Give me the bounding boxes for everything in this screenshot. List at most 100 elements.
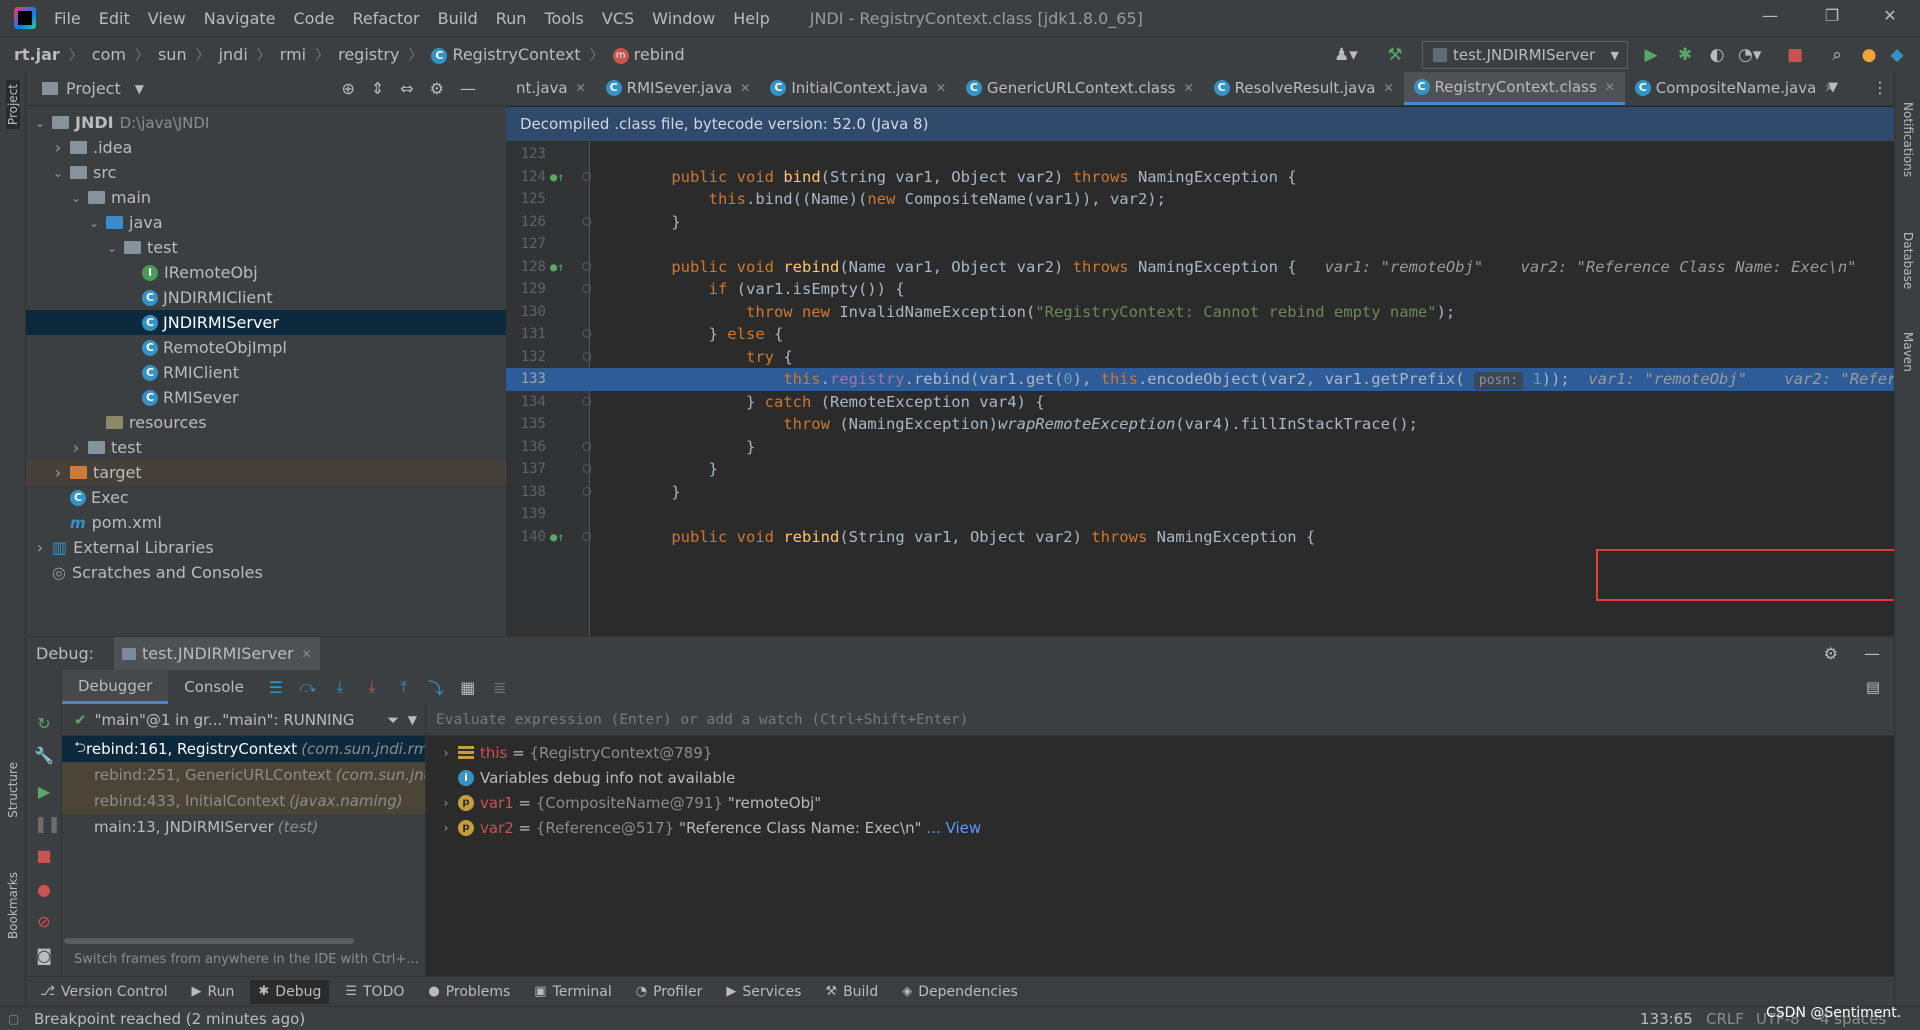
debug-icon[interactable]: ✱ — [1674, 45, 1696, 65]
menu-help[interactable]: Help — [733, 9, 769, 28]
breadcrumb-item[interactable]: rt.jar — [14, 45, 60, 64]
minimize-button[interactable]: — — [1758, 6, 1782, 25]
toolbox-icon[interactable]: ◆ — [1886, 45, 1908, 65]
notifications-tool-button[interactable]: Notifications — [1901, 102, 1915, 177]
editor-tab[interactable]: C GenericURLContext.class ✕ — [956, 72, 1204, 105]
tab-console[interactable]: Console — [168, 670, 260, 704]
resume-icon[interactable]: ▶ — [34, 782, 54, 801]
fold-marker-icon[interactable]: ⬡ — [582, 256, 592, 279]
tree-item[interactable]: resources — [26, 410, 506, 435]
menu-view[interactable]: View — [148, 9, 186, 28]
run-icon[interactable]: ▶ — [1640, 45, 1662, 65]
view-link[interactable]: ... View — [927, 819, 982, 837]
stack-frame[interactable]: rebind:251, GenericURLContext (com.sun.jn… — [62, 762, 425, 788]
fold-marker-icon[interactable]: ⬡ — [582, 391, 592, 414]
stack-frame[interactable]: rebind:433, InitialContext (javax.naming) — [62, 788, 425, 814]
layout-icon[interactable]: ▤ — [1866, 678, 1880, 696]
evaluate-expression-input[interactable]: Evaluate expression (Enter) or add a wat… — [426, 704, 1894, 736]
database-tool-button[interactable]: Database — [1901, 232, 1915, 289]
variable-row[interactable]: › p var2 = {Reference@517} "Reference Class… — [426, 815, 1894, 840]
tool-window-problems[interactable]: ● Problems — [428, 984, 510, 1000]
status-toggle-icon[interactable]: ▢ — [8, 1012, 19, 1026]
editor-tab[interactable]: C InitialContext.java ✕ — [760, 72, 956, 105]
stack-frame[interactable]: ⮌ rebind:161, RegistryContext (com.sun.jn… — [62, 736, 425, 762]
tree-item[interactable]: › .idea — [26, 135, 506, 160]
menu-file[interactable]: File — [54, 9, 81, 28]
tool-window-profiler[interactable]: ◔ Profiler — [636, 984, 703, 1000]
breadcrumb-item[interactable]: sun — [158, 45, 187, 64]
menu-build[interactable]: Build — [438, 9, 478, 28]
trace-icon[interactable]: ≣ — [484, 678, 516, 697]
chevron-down-icon[interactable]: ⌄ — [86, 216, 102, 230]
override-marker-icon[interactable]: ●↑ — [550, 526, 564, 549]
chevron-down-icon[interactable]: ⌄ — [32, 116, 48, 130]
close-icon[interactable]: ✕ — [302, 647, 312, 661]
breadcrumb-item[interactable]: m rebind — [612, 45, 685, 64]
chevron-down-icon[interactable]: ▼ — [135, 82, 144, 96]
search-icon[interactable]: ⌕ — [1826, 45, 1848, 65]
fold-marker-icon[interactable]: ⬡ — [582, 458, 592, 481]
structure-tool-button[interactable]: Structure — [6, 762, 20, 818]
caret-position[interactable]: 133:65 — [1640, 1010, 1693, 1028]
chevron-right-icon[interactable]: › — [32, 538, 48, 557]
fold-marker-icon[interactable]: ⬡ — [582, 166, 592, 189]
breadcrumb-item[interactable]: com — [92, 45, 126, 64]
fold-marker-icon[interactable]: ⬡ — [582, 278, 592, 301]
maven-tool-button[interactable]: Maven — [1901, 332, 1915, 372]
tree-item[interactable]: ⌄ JNDI D:\java\JNDI — [26, 110, 506, 135]
breadcrumb-item[interactable]: jndi — [219, 45, 248, 64]
coverage-icon[interactable]: ◐ — [1706, 45, 1728, 65]
tree-item[interactable]: ⌄ main — [26, 185, 506, 210]
tool-window-build[interactable]: ⚒ Build — [825, 984, 878, 1000]
chevron-down-icon[interactable]: ⌄ — [104, 241, 120, 255]
close-tab-icon[interactable]: ✕ — [1383, 81, 1393, 95]
debug-session-tab[interactable]: test.JNDIRMIServer ✕ — [114, 636, 320, 671]
chevron-right-icon[interactable]: › — [68, 438, 84, 457]
fold-marker-icon[interactable]: ⬡ — [582, 436, 592, 459]
stop-icon[interactable]: ■ — [34, 846, 54, 865]
close-tab-icon[interactable]: ✕ — [1605, 80, 1615, 94]
tool-window-run[interactable]: ▶ Run — [192, 984, 235, 1000]
modify-config-icon[interactable]: 🔧 — [34, 746, 54, 765]
frames-scrollbar[interactable] — [64, 938, 354, 944]
tree-item[interactable]: I IRemoteObj — [26, 260, 506, 285]
tab-debugger[interactable]: Debugger — [62, 670, 169, 704]
tool-window-terminal[interactable]: ▣ Terminal — [534, 984, 611, 1000]
menu-tools[interactable]: Tools — [544, 9, 583, 28]
step-out-icon[interactable]: ⤒ — [388, 677, 420, 697]
tree-item[interactable]: › target — [26, 460, 506, 485]
variable-row[interactable]: › p var1 = {CompositeName@791} "remoteObj" — [426, 790, 1894, 815]
fold-marker-icon[interactable]: ⬡ — [582, 346, 592, 369]
fold-marker-icon[interactable]: ⬡ — [582, 481, 592, 504]
pause-icon[interactable]: ❚❚ — [34, 814, 61, 833]
tree-item[interactable]: C RemoteObjImpl — [26, 335, 506, 360]
chevron-right-icon[interactable]: › — [50, 463, 66, 482]
menu-vcs[interactable]: VCS — [602, 9, 634, 28]
override-marker-icon[interactable]: ●↑ — [550, 166, 564, 189]
menu-window[interactable]: Window — [652, 9, 715, 28]
tree-item[interactable]: ⌄ src — [26, 160, 506, 185]
tabs-dropdown-icon[interactable]: ▼ — [1828, 80, 1838, 95]
tree-item[interactable]: C RMIClient — [26, 360, 506, 385]
breadcrumb-item[interactable]: registry — [338, 45, 399, 64]
stop-icon[interactable]: ■ — [1784, 45, 1806, 65]
filter-icon[interactable]: ⏷ — [387, 711, 399, 729]
show-execution-point-icon[interactable]: ☰ — [260, 678, 292, 697]
stack-frame[interactable]: main:13, JNDIRMIServer (test) — [62, 814, 425, 840]
variable-row[interactable]: i Variables debug info not available — [426, 765, 1894, 790]
user-icon[interactable]: ♟▾ — [1334, 45, 1358, 65]
thread-selector[interactable]: ✔ "main"@1 in gr..."main": RUNNING ⏷ ▼ — [62, 704, 425, 736]
variable-row[interactable]: › this = {RegistryContext@789} — [426, 740, 1894, 765]
tree-item[interactable]: › ▥ External Libraries — [26, 535, 506, 560]
more-options-icon[interactable]: ⋮ — [1872, 78, 1888, 97]
bookmarks-tool-button[interactable]: Bookmarks — [6, 872, 20, 939]
close-tab-icon[interactable]: ✕ — [1184, 81, 1194, 95]
fold-marker-icon[interactable]: ⬡ — [582, 323, 592, 346]
tree-item[interactable]: C RMISever — [26, 385, 506, 410]
project-panel-title[interactable]: Project — [66, 79, 121, 98]
breadcrumb-item[interactable]: C RegistryContext — [431, 45, 581, 64]
view-breakpoints-icon[interactable]: ● — [34, 880, 54, 899]
chevron-down-icon[interactable]: ▼ — [408, 713, 417, 727]
editor-tab[interactable]: C RMISever.java ✕ — [596, 72, 761, 105]
tree-item[interactable]: ◎ Scratches and Consoles — [26, 560, 506, 585]
